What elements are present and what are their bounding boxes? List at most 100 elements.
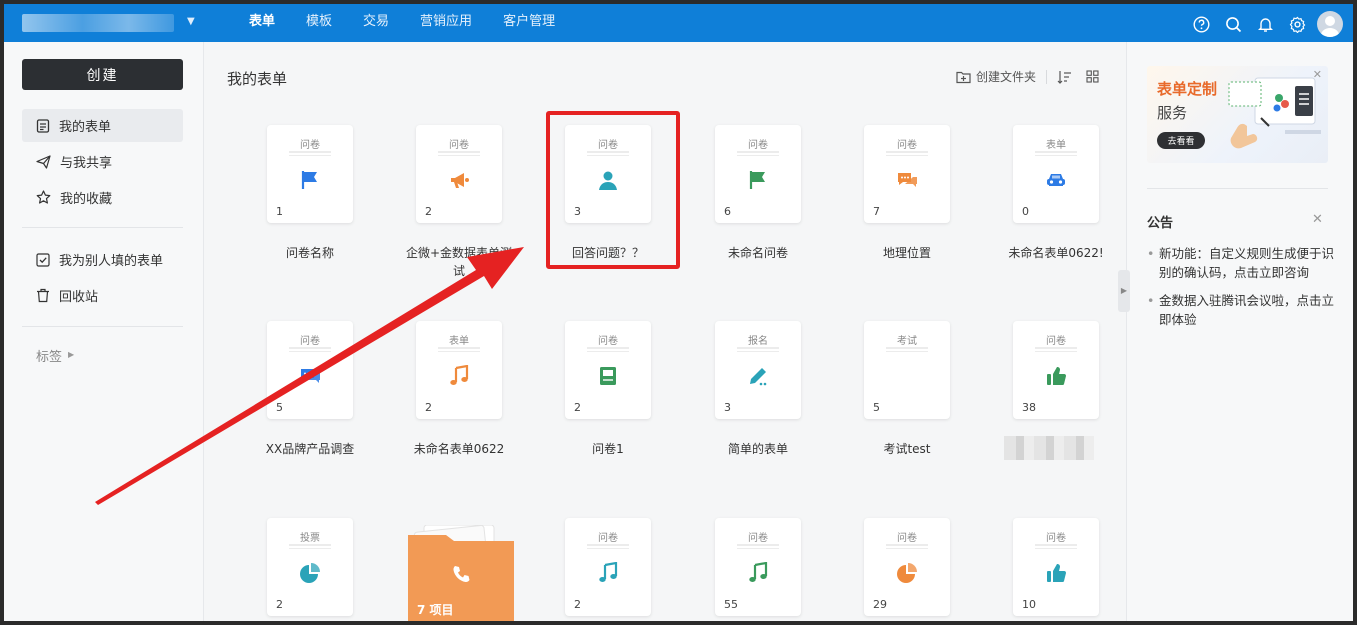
form-title[interactable]: 问卷1 xyxy=(533,440,683,457)
form-title[interactable]: 未命名表单0622! xyxy=(981,244,1131,261)
form-card[interactable]: 问卷 2 xyxy=(565,321,651,419)
form-card[interactable]: 表单 0 xyxy=(1013,125,1099,223)
form-card[interactable]: 问卷 38 xyxy=(1013,321,1099,419)
form-card[interactable]: 问卷 1 xyxy=(267,125,353,223)
card-divider xyxy=(737,347,779,352)
form-card[interactable]: 表单 2 xyxy=(416,321,502,419)
thumbs-up-icon xyxy=(1045,365,1067,387)
avatar[interactable] xyxy=(1317,11,1343,37)
card-type-label: 表单 xyxy=(1046,140,1066,151)
pencil-icon xyxy=(747,365,769,387)
nav-item-marketing[interactable]: 营销应用 xyxy=(411,4,481,42)
nav-item-forms[interactable]: 表单 xyxy=(240,4,284,42)
card-type-label: 问卷 xyxy=(300,336,320,347)
notice-item[interactable]: 新功能：自定义规则生成便于识别的确认码，点击立即咨询 xyxy=(1147,244,1337,282)
card-divider xyxy=(737,544,779,549)
app-window: ▼ 表单 模板 交易 营销应用 客户管理 创建 我的表单 与我共享 我的收藏 我… xyxy=(4,4,1353,621)
form-card[interactable]: 问卷 55 xyxy=(715,518,801,616)
response-count: 1 xyxy=(276,205,283,218)
banner-subtitle: 服务 xyxy=(1157,104,1188,122)
card-divider xyxy=(737,151,779,156)
brand-logo[interactable] xyxy=(22,14,174,32)
bell-icon[interactable] xyxy=(1253,12,1277,36)
sidebar-item-label: 回收站 xyxy=(59,290,99,305)
form-title[interactable]: 简单的表单 xyxy=(683,440,833,457)
chevron-down-icon[interactable]: ▼ xyxy=(187,16,195,27)
leaf-icon xyxy=(896,365,918,387)
response-count: 10 xyxy=(1022,598,1036,611)
redacted-title xyxy=(1004,436,1094,460)
banner-title: 表单定制 xyxy=(1157,80,1218,98)
folder-card[interactable]: 7 项目 xyxy=(408,524,514,621)
form-card[interactable]: 问卷 10 xyxy=(1013,518,1099,616)
card-divider xyxy=(438,151,480,156)
promo-banner[interactable]: 表单定制 服务 去看看 ✕ xyxy=(1147,66,1328,163)
card-type-label: 问卷 xyxy=(748,533,768,544)
create-folder-button[interactable]: 创建文件夹 xyxy=(976,68,1036,85)
sidebar-item-favorites[interactable]: 我的收藏 xyxy=(22,181,183,214)
response-count: 5 xyxy=(873,401,880,414)
form-title[interactable]: 未命名表单0622 xyxy=(384,440,534,457)
gear-icon[interactable] xyxy=(1285,12,1309,36)
card-type-label: 报名 xyxy=(748,336,768,347)
trash-icon xyxy=(37,288,49,303)
sidebar-divider xyxy=(22,326,183,327)
car-icon xyxy=(1045,169,1067,191)
flag-icon xyxy=(747,169,769,191)
form-card[interactable]: 问卷 5 xyxy=(267,321,353,419)
music-icon xyxy=(448,364,470,387)
document-icon xyxy=(36,118,50,133)
sort-icon[interactable] xyxy=(1057,70,1072,84)
book-icon xyxy=(597,365,619,387)
form-card[interactable]: 问卷 6 xyxy=(715,125,801,223)
sidebar-item-trash[interactable]: 回收站 xyxy=(22,279,183,312)
form-card[interactable]: 问卷 2 xyxy=(565,518,651,616)
sidebar-item-filled-for-others[interactable]: 我为别人填的表单 xyxy=(22,243,183,276)
chat-icon xyxy=(299,365,321,387)
form-title[interactable]: 问卷名称 xyxy=(235,244,385,261)
form-title[interactable]: 地理位置 xyxy=(832,244,982,261)
add-folder-icon[interactable] xyxy=(956,70,971,84)
card-type-label: 问卷 xyxy=(300,140,320,151)
star-icon xyxy=(36,190,51,204)
nav-item-customers[interactable]: 客户管理 xyxy=(494,4,564,42)
form-title[interactable]: XX品牌产品调查 xyxy=(235,440,385,457)
form-card[interactable]: 投票 2 xyxy=(267,518,353,616)
panel-collapse-handle[interactable]: ▶ xyxy=(1118,270,1130,312)
nav-item-transactions[interactable]: 交易 xyxy=(354,4,398,42)
sidebar-item-shared[interactable]: 与我共享 xyxy=(22,145,183,178)
sidebar-item-my-forms[interactable]: 我的表单 xyxy=(22,109,183,142)
grid-view-icon[interactable] xyxy=(1086,70,1099,83)
response-count: 38 xyxy=(1022,401,1036,414)
form-title[interactable]: 企微+金数据表单测试 xyxy=(403,244,515,280)
notice-item[interactable]: 金数据入驻腾讯会议啦，点击立即体验 xyxy=(1147,291,1337,329)
right-panel: 表单定制 服务 去看看 ✕ 公告 ✕ 新功能：自定义规则生成便于识别的确认码，点… xyxy=(1126,42,1353,621)
form-card[interactable]: 问卷 29 xyxy=(864,518,950,616)
close-icon[interactable]: ✕ xyxy=(1312,212,1323,227)
main-toolbar: 创建文件夹 xyxy=(956,68,1099,85)
form-card[interactable]: 考试 5 xyxy=(864,321,950,419)
card-type-label: 问卷 xyxy=(598,533,618,544)
thumbs-up-icon xyxy=(1045,562,1067,584)
chevron-right-icon[interactable]: ▶ xyxy=(68,350,74,359)
response-count: 2 xyxy=(574,401,581,414)
form-title[interactable]: 未命名问卷 xyxy=(683,244,833,261)
help-icon[interactable] xyxy=(1189,12,1213,36)
response-count: 6 xyxy=(724,205,731,218)
form-title[interactable]: 考试test xyxy=(832,440,982,457)
main-nav: 表单 模板 交易 营销应用 客户管理 xyxy=(240,4,577,42)
search-icon[interactable] xyxy=(1221,12,1245,36)
card-type-label: 投票 xyxy=(300,533,320,544)
response-count: 3 xyxy=(724,401,731,414)
nav-item-templates[interactable]: 模板 xyxy=(297,4,341,42)
form-card[interactable]: 报名 3 xyxy=(715,321,801,419)
create-button[interactable]: 创建 xyxy=(22,59,183,90)
top-icons xyxy=(1181,11,1343,37)
tags-toggle[interactable]: 标签 xyxy=(36,346,62,365)
form-card[interactable]: 问卷 2 xyxy=(416,125,502,223)
form-card[interactable]: 问卷 7 xyxy=(864,125,950,223)
card-divider xyxy=(587,544,629,549)
phone-icon xyxy=(453,566,470,583)
card-type-label: 表单 xyxy=(449,336,469,347)
banner-cta-button[interactable]: 去看看 xyxy=(1157,132,1205,149)
